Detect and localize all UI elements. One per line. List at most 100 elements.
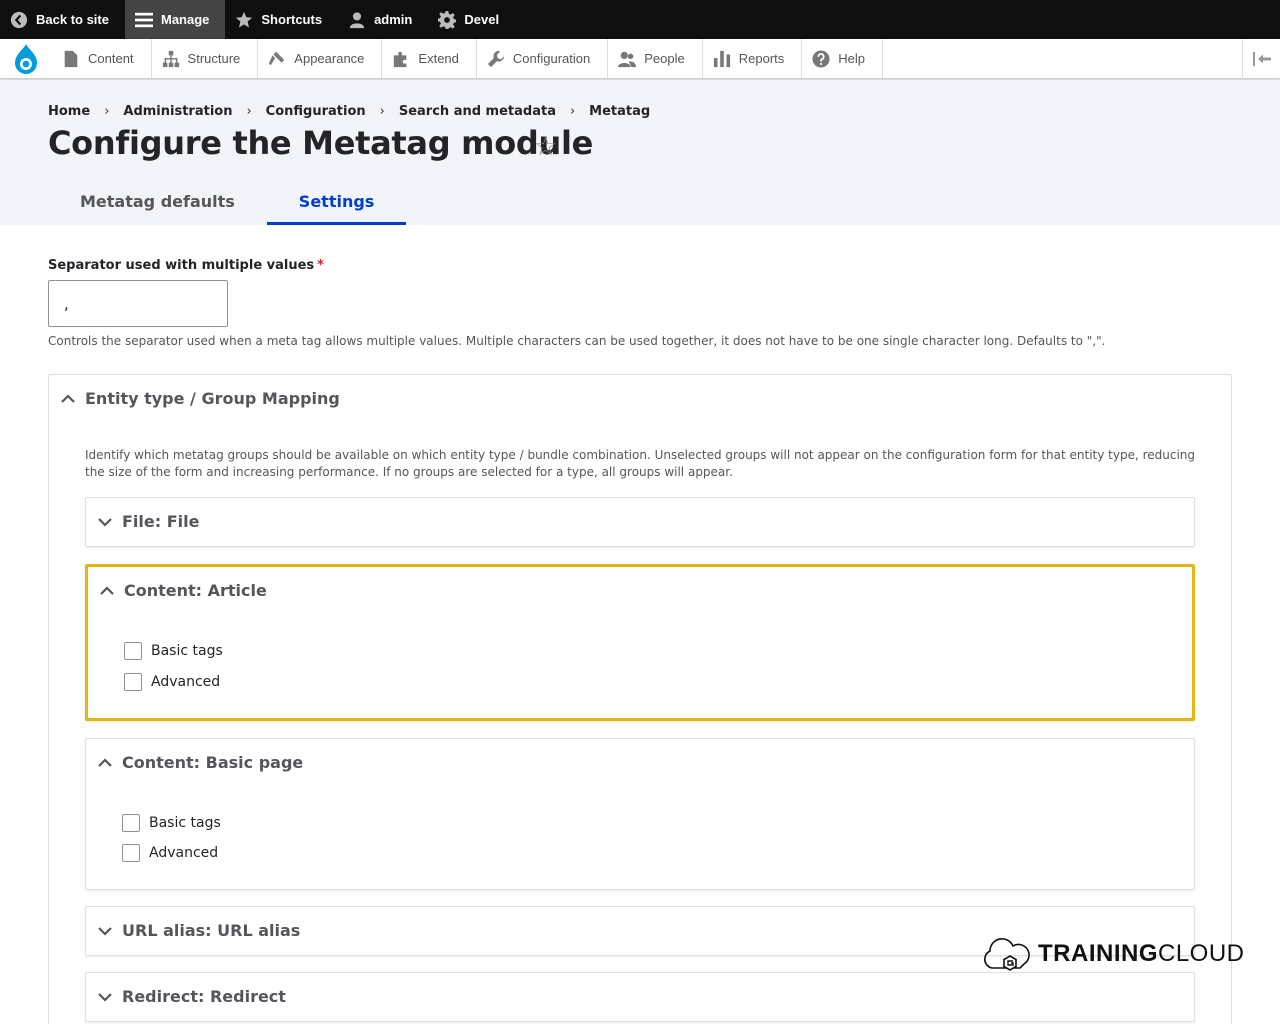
menu-people-label: People <box>644 51 685 66</box>
panel-title: Content: Basic page <box>122 753 304 772</box>
trainingcloud-watermark: TRAININGCLOUD <box>980 934 1245 974</box>
menu-configuration[interactable]: Configuration <box>477 39 609 78</box>
entity-group-mapping-details: Entity type / Group Mapping Identify whi… <box>48 374 1232 1024</box>
checkbox-advanced[interactable]: Advanced <box>122 844 218 862</box>
panel-content-basic-page: Content: Basic page Basic tags Advanced <box>85 738 1195 890</box>
add-shortcut-star-icon[interactable]: ☆ <box>534 132 557 162</box>
menu-structure-label: Structure <box>187 51 241 66</box>
file-icon <box>64 50 78 67</box>
menu-structure[interactable]: Structure <box>152 39 259 78</box>
paintbrush-icon <box>269 51 285 65</box>
checkbox-label: Basic tags <box>151 643 223 659</box>
separator-input[interactable] <box>48 280 228 327</box>
chevron-up-icon <box>98 757 112 767</box>
back-arrow-icon <box>10 11 28 28</box>
manage-tab[interactable]: Manage <box>124 0 226 39</box>
panel-redirect: Redirect: Redirect <box>85 972 1195 1022</box>
menu-content-label: Content <box>88 51 134 66</box>
menu-configuration-label: Configuration <box>512 51 591 66</box>
checkbox[interactable] <box>124 673 142 691</box>
back-to-site-label: Back to site <box>36 12 109 27</box>
gear-icon <box>438 10 457 29</box>
devel-label: Devel <box>464 12 500 27</box>
breadcrumb-configuration[interactable]: Configuration <box>266 104 366 119</box>
help-icon <box>812 49 830 68</box>
menu-help[interactable]: Help <box>802 39 883 78</box>
chevron-up-icon <box>100 585 114 595</box>
drupal-logo[interactable] <box>0 39 52 78</box>
manage-label: Manage <box>160 12 210 27</box>
checkbox-advanced[interactable]: Advanced <box>124 673 220 691</box>
panel-summary[interactable]: Content: Article <box>100 581 267 600</box>
breadcrumb-separator: › <box>104 104 110 119</box>
watermark-text: TRAININGCLOUD <box>1038 940 1245 968</box>
breadcrumb-home[interactable]: Home <box>48 104 90 119</box>
admin-toolbar: Back to site Manage Shortcuts admin Deve… <box>0 0 1280 39</box>
star-icon <box>236 11 253 28</box>
panel-title: URL alias: URL alias <box>122 921 301 940</box>
tab-metatag-defaults[interactable]: Metatag defaults <box>48 180 267 225</box>
user-label: admin <box>374 12 413 27</box>
required-marker: * <box>317 258 324 273</box>
people-icon <box>618 51 637 67</box>
panel-summary[interactable]: Redirect: Redirect <box>98 987 286 1006</box>
sitemap-icon <box>162 50 179 67</box>
drupal-drop-icon <box>15 43 37 74</box>
hamburger-icon <box>134 12 153 27</box>
watermark-bold: TRAINING <box>1038 940 1158 967</box>
menu-content[interactable]: Content <box>52 39 152 78</box>
checkbox[interactable] <box>124 642 142 660</box>
panel-summary[interactable]: File: File <box>98 512 199 531</box>
menu-extend-label: Extend <box>418 51 459 66</box>
mapping-title: Entity type / Group Mapping <box>85 389 340 408</box>
breadcrumb-metatag[interactable]: Metatag <box>589 104 650 119</box>
panel-title: Content: Article <box>124 581 267 600</box>
breadcrumb: Home › Administration › Configuration › Sea… <box>48 104 650 119</box>
panel-file-file: File: File <box>85 497 1195 547</box>
user-icon <box>349 11 365 28</box>
chevron-down-icon <box>98 926 112 936</box>
chevron-down-icon <box>98 992 112 1002</box>
breadcrumb-search-metadata[interactable]: Search and metadata <box>399 104 556 119</box>
tray-orientation-toggle[interactable] <box>1242 39 1280 79</box>
menu-reports-label: Reports <box>738 51 785 66</box>
menu-help-label: Help <box>838 51 865 66</box>
admin-menu-tray: Content Structure Appearance Extend Conf… <box>0 39 1280 79</box>
chevron-up-icon <box>61 393 75 403</box>
shortcuts-tab[interactable]: Shortcuts <box>225 0 338 39</box>
puzzle-icon <box>394 51 407 67</box>
separator-label-text: Separator used with multiple values <box>48 258 315 273</box>
panel-content-article: Content: Article Basic tags Advanced <box>85 564 1195 721</box>
checkbox[interactable] <box>122 844 140 862</box>
breadcrumb-separator: › <box>246 104 252 119</box>
panel-summary[interactable]: Content: Basic page <box>98 753 303 772</box>
checkbox-basic-tags[interactable]: Basic tags <box>124 642 223 660</box>
panel-summary[interactable]: URL alias: URL alias <box>98 921 300 940</box>
bar-chart-icon <box>713 50 730 67</box>
menu-appearance[interactable]: Appearance <box>258 39 383 78</box>
menu-appearance-label: Appearance <box>294 51 365 66</box>
collapse-left-icon <box>1252 52 1271 66</box>
back-to-site-link[interactable]: Back to site <box>0 0 125 39</box>
checkbox-label: Advanced <box>151 674 221 690</box>
cloud-logo-icon <box>984 937 1030 971</box>
menu-extend[interactable]: Extend <box>382 39 477 78</box>
breadcrumb-separator: › <box>569 104 576 119</box>
checkbox-label: Advanced <box>149 845 219 861</box>
mapping-summary[interactable]: Entity type / Group Mapping <box>61 389 340 408</box>
separator-description: Controls the separator used when a meta … <box>48 334 1106 348</box>
separator-label: Separator used with multiple values * <box>48 258 324 273</box>
menu-people[interactable]: People <box>608 39 703 78</box>
panel-title: File: File <box>122 512 200 531</box>
breadcrumb-administration[interactable]: Administration <box>123 104 232 119</box>
menu-reports[interactable]: Reports <box>703 39 803 78</box>
checkbox-basic-tags[interactable]: Basic tags <box>122 814 221 832</box>
devel-tab[interactable]: Devel <box>428 0 515 39</box>
tab-settings[interactable]: Settings <box>266 180 407 225</box>
wrench-icon <box>487 50 505 67</box>
watermark-rest: CLOUD <box>1158 940 1245 967</box>
local-tabs: Metatag defaults Settings <box>48 180 407 225</box>
shortcuts-label: Shortcuts <box>261 12 323 27</box>
user-tab[interactable]: admin <box>338 0 428 39</box>
checkbox[interactable] <box>122 814 140 832</box>
